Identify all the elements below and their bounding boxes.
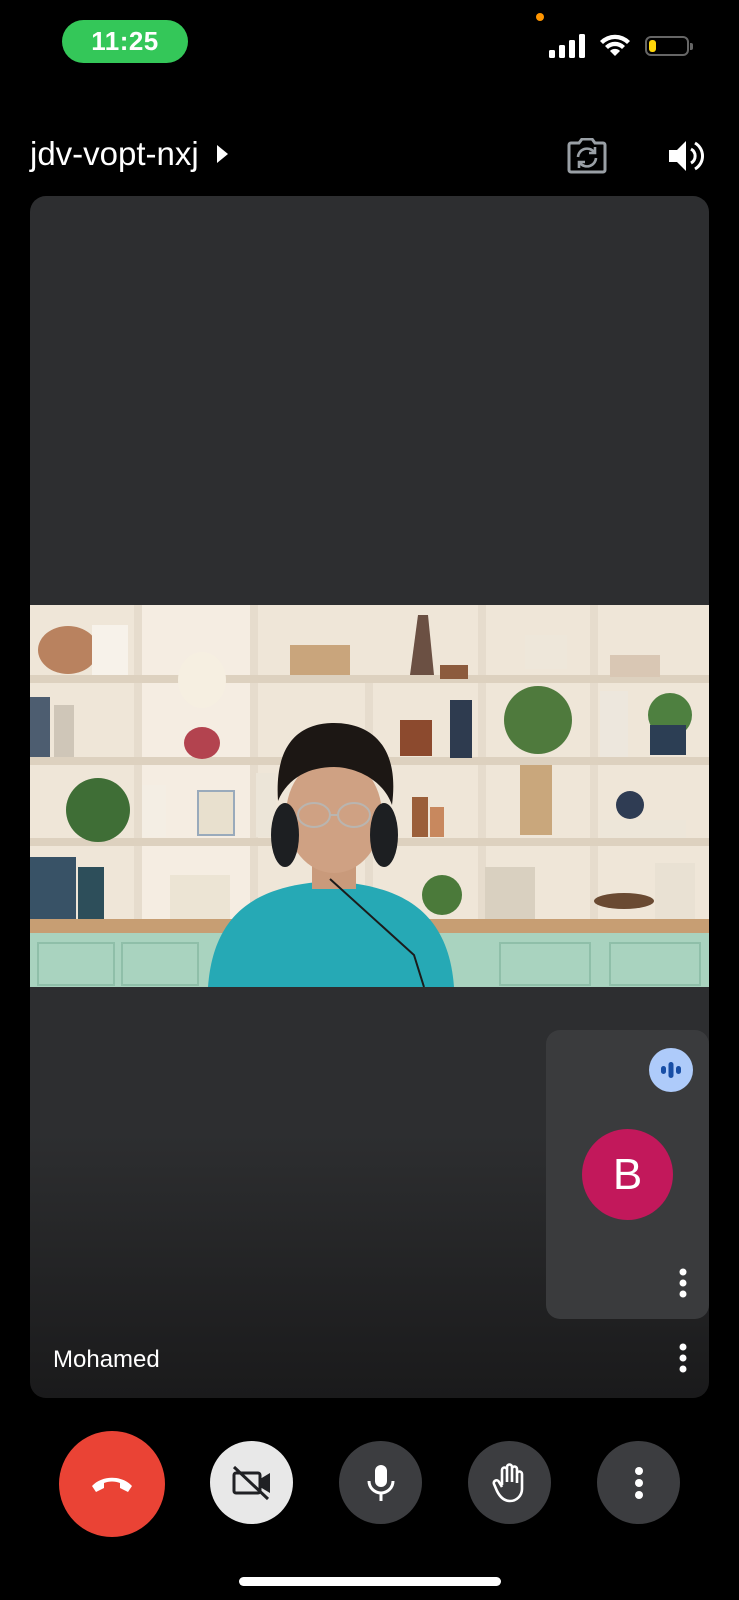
meeting-code: jdv-vopt-nxj xyxy=(30,135,199,172)
camera-off-icon xyxy=(232,1465,270,1500)
participant-video xyxy=(30,605,709,987)
switch-camera-button[interactable] xyxy=(565,134,609,178)
status-icons xyxy=(549,34,693,58)
raise-hand-icon xyxy=(492,1462,523,1502)
battery-level-fill xyxy=(649,40,656,52)
avatar-letter: B xyxy=(612,1149,643,1199)
home-indicator[interactable] xyxy=(239,1577,501,1586)
audio-activity-badge xyxy=(649,1048,693,1092)
privacy-indicator-dot xyxy=(536,13,544,21)
microphone-button[interactable] xyxy=(339,1441,422,1524)
more-vert-icon xyxy=(634,1466,643,1499)
speaker-button[interactable] xyxy=(664,134,708,178)
end-call-button[interactable] xyxy=(59,1431,165,1537)
more-options-button[interactable] xyxy=(597,1441,680,1524)
mic-icon xyxy=(367,1464,394,1501)
status-time: 11:25 xyxy=(62,20,188,63)
speaker-icon xyxy=(669,141,705,171)
battery-icon xyxy=(645,36,693,56)
time-text: 11:25 xyxy=(91,26,159,56)
self-preview-tile[interactable]: B xyxy=(546,1030,709,1319)
more-vert-icon xyxy=(679,1268,687,1298)
camera-toggle-button[interactable] xyxy=(210,1441,293,1524)
caret-right-icon xyxy=(216,145,228,163)
more-vert-icon xyxy=(679,1343,687,1373)
participant-name: Mohamed xyxy=(53,1346,160,1373)
participant-video-image xyxy=(30,605,709,987)
switch-camera-icon xyxy=(567,138,607,174)
self-more-options-button[interactable] xyxy=(671,1265,695,1301)
wifi-icon xyxy=(600,34,630,56)
meeting-code-button[interactable]: jdv-vopt-nxj xyxy=(30,135,228,173)
avatar: B xyxy=(582,1129,673,1220)
end-call-icon xyxy=(92,1477,132,1492)
cellular-signal-icon xyxy=(549,34,585,58)
audio-level-icon xyxy=(661,1062,681,1078)
raise-hand-button[interactable] xyxy=(468,1441,551,1524)
participant-more-options-button[interactable] xyxy=(671,1340,695,1376)
